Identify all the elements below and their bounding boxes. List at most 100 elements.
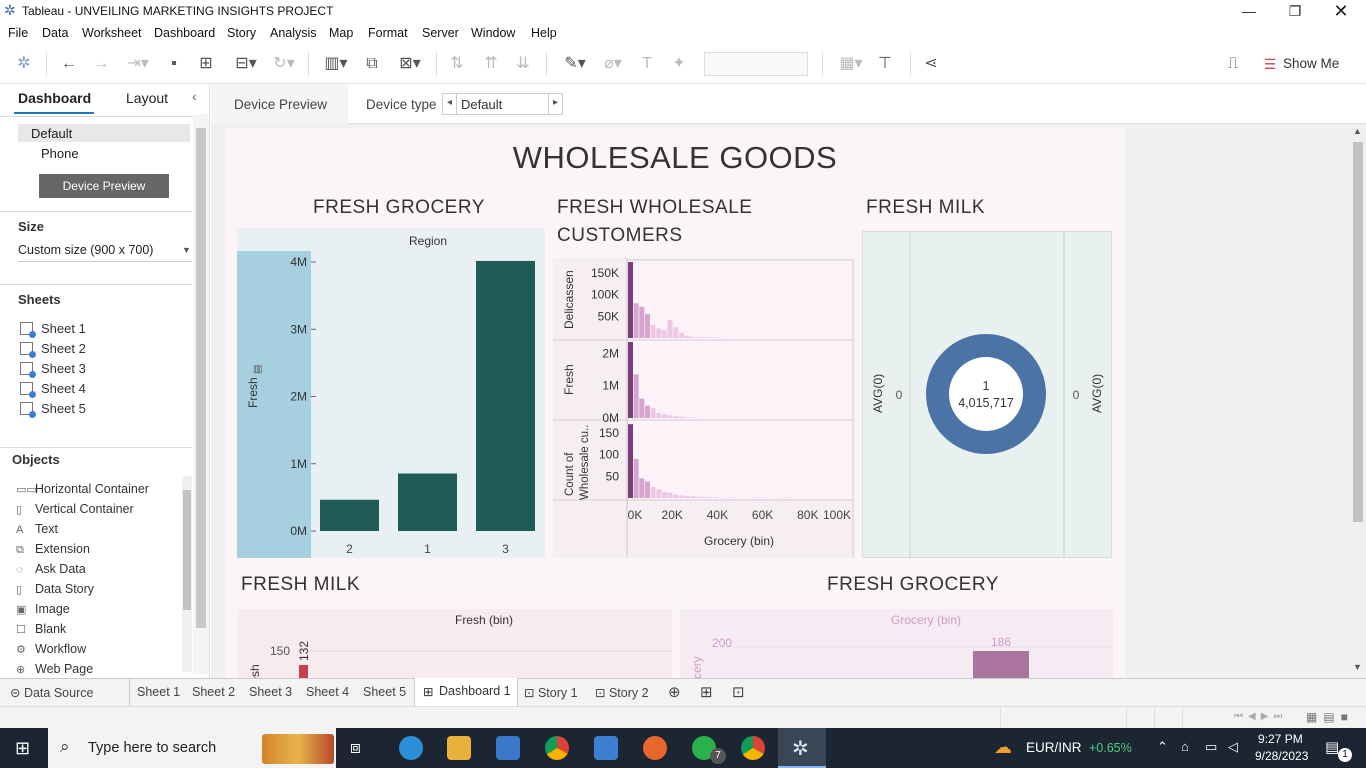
fresh-grocery-bar[interactable] (398, 473, 457, 531)
show-me-label[interactable]: Show Me (1283, 56, 1339, 71)
menu-file[interactable]: File (8, 26, 28, 40)
group-icon[interactable]: ⌀▾ (596, 54, 630, 74)
clear-sheet-icon[interactable]: ⊠▾ (392, 54, 428, 74)
maximize-icon[interactable]: ❐ (1272, 0, 1318, 22)
chrome-icon[interactable] (545, 736, 569, 760)
fresh-wholesale-bar[interactable] (650, 487, 656, 498)
object-horizontal-container[interactable]: ▭▭Horizontal Container (16, 482, 149, 496)
fresh-wholesale-bar[interactable] (678, 495, 684, 498)
fresh-wholesale-bar[interactable] (661, 330, 667, 338)
fresh-wholesale-bar[interactable] (673, 416, 679, 418)
tab-sheet-1[interactable]: Sheet 1 (137, 685, 180, 699)
fresh-wholesale-bar[interactable] (678, 332, 684, 338)
object-text[interactable]: A Text (16, 522, 58, 536)
replay-icon[interactable]: ⇥▾ (120, 54, 156, 74)
pause-updates-icon[interactable]: ⊟▾ (228, 54, 264, 74)
show-cards-icon[interactable]: ▦▾ (834, 54, 868, 74)
fresh-wholesale-bar[interactable] (701, 496, 707, 498)
ticker-name[interactable]: EUR/INR (1026, 740, 1082, 755)
dashboard-scrollbar[interactable]: ▲ ▼ (1350, 124, 1366, 678)
menu-dashboard[interactable]: Dashboard (154, 26, 215, 40)
volume-icon[interactable]: ◁ (1228, 739, 1238, 755)
fresh-wholesale-bar[interactable] (644, 314, 650, 338)
fresh-wholesale-bar[interactable] (644, 405, 650, 418)
device-preview-label[interactable]: Device Preview (234, 97, 327, 112)
tab-sheet-4[interactable]: Sheet 4 (306, 685, 349, 699)
fresh-grocery-bottom-bar[interactable] (973, 651, 1029, 678)
chrome-icon-2[interactable] (741, 736, 765, 760)
fresh-wholesale-bar[interactable] (667, 319, 673, 338)
tab-data-source[interactable]: ⊝ Data Source (10, 685, 93, 700)
menu-help[interactable]: Help (531, 26, 557, 40)
sheet-navigation-icon[interactable]: ⏮◀▶⏭ (1234, 711, 1287, 722)
fresh-wholesale-bar[interactable] (639, 306, 645, 338)
object-vertical-container[interactable]: ▯ Vertical Container (16, 502, 134, 516)
device-phone[interactable]: Phone (41, 146, 79, 161)
fresh-wholesale-chart[interactable]: Delicassen Fresh Count of Wholesale cu..… (553, 258, 855, 558)
fresh-wholesale-bar[interactable] (628, 424, 633, 498)
save-icon[interactable]: ▪ (164, 54, 184, 74)
menu-window[interactable]: Window (471, 26, 515, 40)
fresh-wholesale-bar[interactable] (656, 413, 662, 418)
fresh-wholesale-bar[interactable] (639, 478, 645, 498)
new-dashboard-tab-icon[interactable]: ⊞ (700, 683, 713, 701)
ticker-change[interactable]: +0.65% (1089, 741, 1132, 755)
fresh-wholesale-bar[interactable] (684, 495, 690, 498)
size-chevron-down-icon[interactable]: ▼ (182, 245, 191, 255)
menu-analysis[interactable]: Analysis (270, 26, 317, 40)
fresh-grocery-bar[interactable] (476, 260, 535, 531)
format-painter-icon[interactable]: ⎍ (1222, 54, 1244, 74)
fresh-wholesale-bar[interactable] (673, 327, 679, 338)
close-icon[interactable]: ✕ (1318, 0, 1364, 22)
task-view-icon[interactable]: ⧈ (350, 738, 361, 758)
fresh-wholesale-bar[interactable] (633, 303, 639, 338)
fresh-wholesale-bar[interactable] (639, 398, 645, 418)
fresh-wholesale-bar[interactable] (661, 414, 667, 418)
fresh-wholesale-bar[interactable] (707, 337, 713, 338)
objects-scrollbar[interactable] (182, 476, 192, 672)
fresh-wholesale-bar[interactable] (644, 481, 650, 498)
object-image[interactable]: ▣ Image (16, 602, 70, 616)
fresh-wholesale-bar[interactable] (707, 497, 713, 498)
fresh-wholesale-bar[interactable] (667, 492, 673, 498)
fresh-wholesale-bar[interactable] (712, 497, 718, 498)
weather-icon[interactable]: ☁ (994, 737, 1012, 758)
sheet-item-1[interactable]: Sheet 1 (20, 321, 86, 338)
object-extension[interactable]: ⧉ Extension (16, 542, 90, 557)
object-workflow[interactable]: ⚙ Workflow (16, 642, 86, 656)
share-icon[interactable]: ⋖ (920, 54, 942, 74)
redo-icon[interactable]: → (90, 54, 112, 74)
fresh-wholesale-bar[interactable] (633, 374, 639, 418)
minimize-icon[interactable]: — (1226, 0, 1272, 22)
taskbar-search[interactable]: ⌕ Type here to search (48, 728, 336, 768)
tab-sheet-3[interactable]: Sheet 3 (249, 685, 292, 699)
fresh-wholesale-bar[interactable] (695, 336, 701, 338)
fresh-wholesale-bar[interactable] (650, 408, 656, 418)
size-dropdown[interactable]: Custom size (900 x 700) (18, 243, 153, 257)
menu-story[interactable]: Story (227, 26, 256, 40)
fresh-wholesale-bar[interactable] (701, 337, 707, 338)
collapse-pane-icon[interactable]: ‹ (192, 88, 197, 104)
menu-server[interactable]: Server (422, 26, 459, 40)
sheet-item-2[interactable]: Sheet 2 (20, 341, 86, 358)
object-blank[interactable]: ☐ Blank (16, 622, 66, 636)
clock-date[interactable]: 9/28/2023 (1255, 749, 1308, 763)
device-type-select[interactable]: ◂ Default ▸ (442, 93, 563, 115)
battery-icon[interactable]: ▭ (1205, 739, 1217, 755)
object-data-story[interactable]: ▯ Data Story (16, 582, 94, 596)
fresh-wholesale-bar[interactable] (656, 489, 662, 498)
show-me-icon[interactable]: ☰ (1260, 54, 1280, 74)
view-mode-icon[interactable]: ▦▤■ (1306, 710, 1354, 724)
refresh-icon[interactable]: ↻▾ (266, 54, 302, 74)
swap-icon[interactable]: ⇅ (446, 54, 468, 74)
sort-ascending-icon[interactable]: ⇈ (480, 54, 502, 74)
tray-overflow-icon[interactable]: ⌃ (1157, 739, 1168, 755)
duplicate-icon[interactable]: ⧉ (362, 54, 382, 74)
device-default[interactable]: Default (31, 126, 72, 141)
mail-icon[interactable] (594, 736, 618, 760)
file-explorer-icon[interactable] (447, 736, 471, 760)
tab-story-2[interactable]: ⊡ Story 2 (595, 685, 649, 700)
menu-format[interactable]: Format (368, 26, 408, 40)
fresh-wholesale-bar[interactable] (650, 324, 656, 338)
chevron-left-icon[interactable]: ◂ (447, 97, 452, 108)
